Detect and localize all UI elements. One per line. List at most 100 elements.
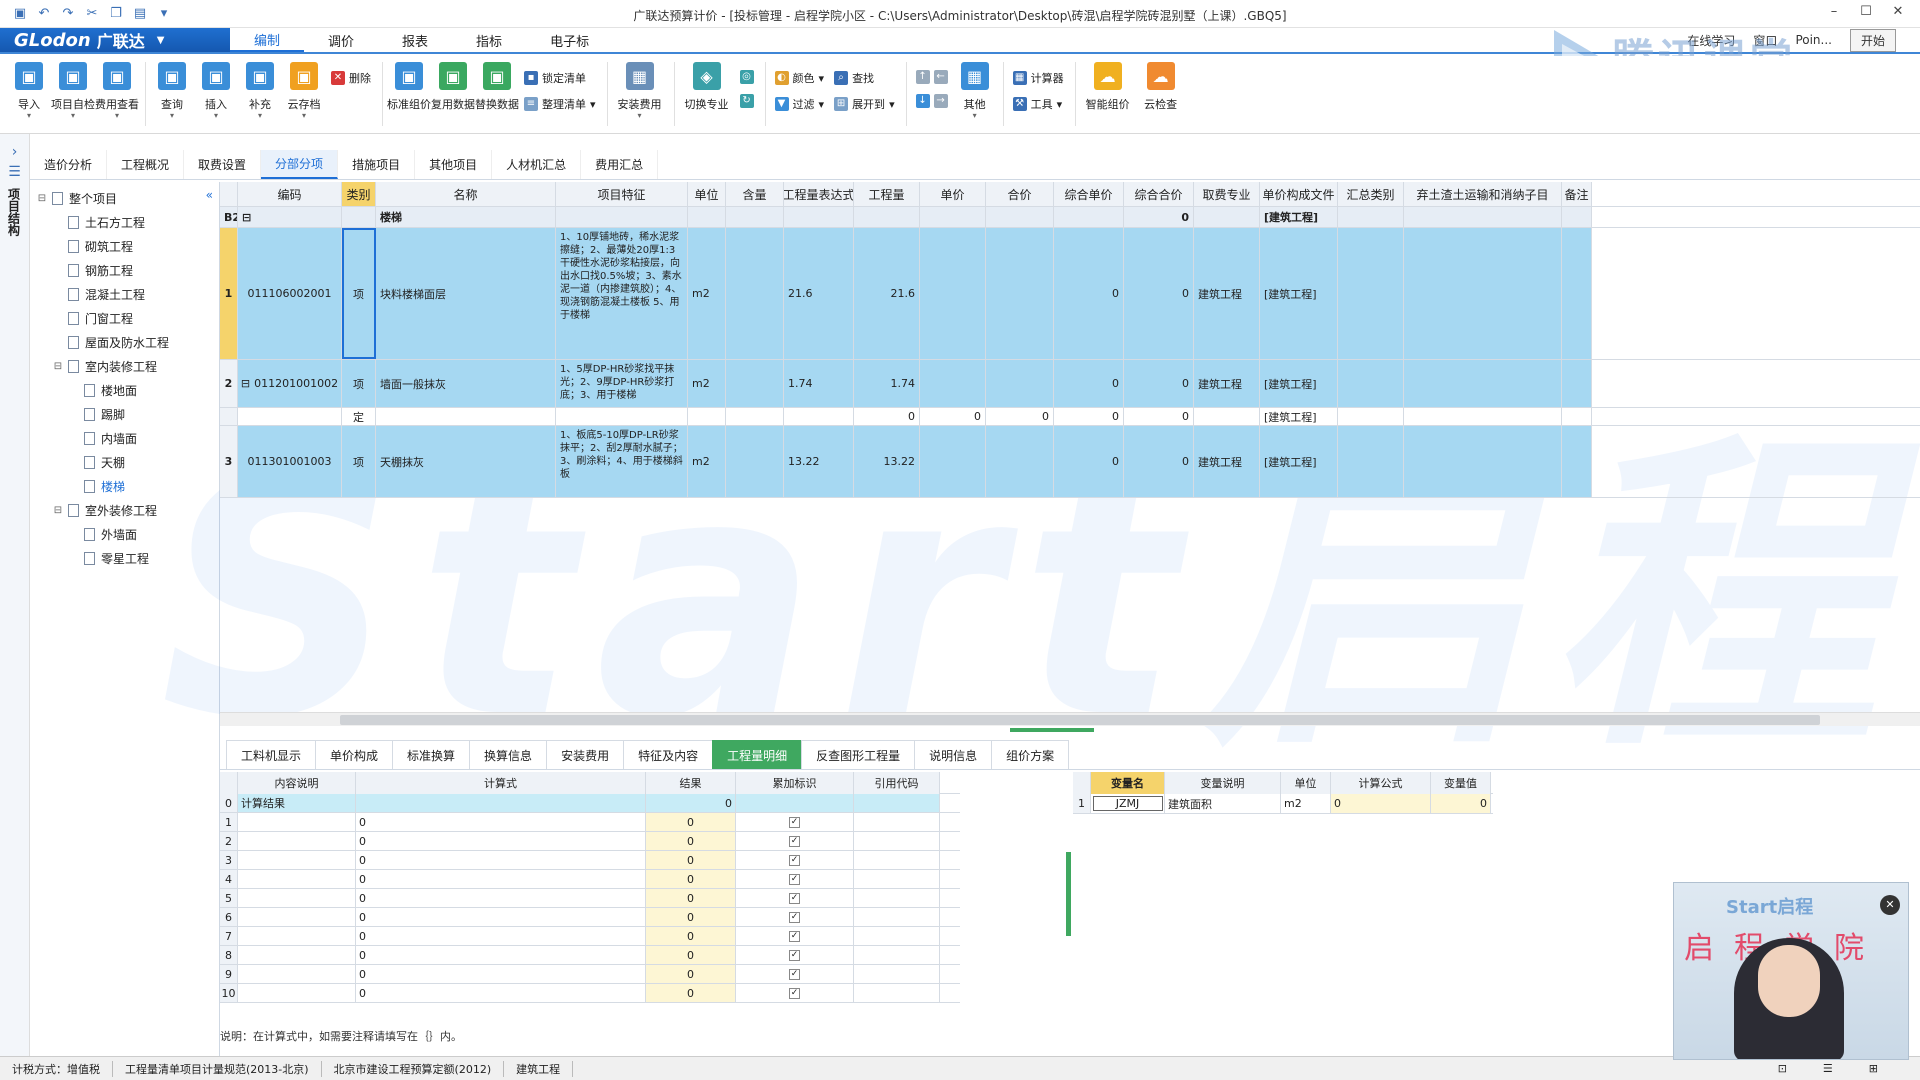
tab-5[interactable]: 其他项目 (415, 150, 493, 179)
cell[interactable]: 建筑面积 (1165, 794, 1281, 813)
lock-list-button[interactable]: ▪ 锁定清单 (524, 70, 596, 86)
cell[interactable]: ✓ (736, 908, 854, 926)
cell[interactable]: ✓ (736, 946, 854, 964)
filter-button[interactable]: ▼ 过滤 ▾ (774, 96, 824, 112)
cell[interactable]: 项 (342, 360, 376, 407)
cell[interactable] (238, 908, 356, 926)
cell[interactable]: JZMJ (1091, 794, 1165, 813)
cell[interactable]: 0 (1431, 794, 1491, 813)
move-up-icon[interactable]: ↑ ← (915, 70, 948, 84)
cell[interactable]: 建筑工程 (1194, 228, 1260, 359)
section-row[interactable]: B2 ⊟ 楼梯 0 [建筑工程] (220, 207, 1920, 228)
tab-7[interactable]: 费用汇总 (581, 150, 659, 179)
detail-tab-2[interactable]: 标准换算 (392, 740, 471, 769)
menu-3[interactable]: 指标 (452, 28, 526, 52)
accumulate-checkbox[interactable]: ✓ (789, 930, 800, 942)
col-header[interactable]: 结果 (646, 772, 736, 794)
tree-item[interactable]: 外墙面 (30, 522, 219, 546)
chevron-right-icon[interactable]: › (0, 144, 29, 160)
calc-row[interactable]: 9 0 0 ✓ (220, 965, 960, 984)
col-header[interactable]: 变量值 (1431, 772, 1491, 794)
cell[interactable]: m2 (688, 426, 726, 497)
cell[interactable] (238, 408, 342, 425)
col-header[interactable]: 变量说明 (1165, 772, 1281, 794)
cell[interactable] (736, 794, 854, 812)
tools-button[interactable]: ⚒ 工具 ▾ (1012, 96, 1064, 112)
cell[interactable] (1562, 360, 1592, 407)
cell[interactable]: 21.6 (784, 228, 854, 359)
col-header[interactable]: 变量名 (1091, 772, 1165, 794)
cell[interactable]: ✓ (736, 984, 854, 1002)
collapse-panel-icon[interactable]: « (206, 188, 213, 202)
move-down-icon[interactable]: ↓ → (915, 94, 948, 108)
col-header[interactable]: 综合单价 (1054, 182, 1124, 206)
ribbon-button-buttons2-3[interactable]: ▣ 云存档 ▾ (283, 62, 325, 120)
cell[interactable]: 定 (342, 408, 376, 425)
tree-item[interactable]: 门窗工程 (30, 306, 219, 330)
install-fee-button[interactable]: ▦ 安装费用 ▾ (613, 62, 667, 120)
ribbon-button-buttons3-0[interactable]: ▣ 标准组价 (387, 62, 431, 112)
cell[interactable]: 13.22 (854, 426, 920, 497)
cell[interactable]: 1.74 (854, 360, 920, 407)
col-header[interactable]: 合价 (986, 182, 1054, 206)
cell[interactable] (854, 908, 940, 926)
col-header[interactable]: 弃土渣土运输和消纳子目 (1404, 182, 1562, 206)
detail-tab-7[interactable]: 反查图形工程量 (801, 740, 916, 769)
cell[interactable] (920, 360, 986, 407)
accumulate-checkbox[interactable]: ✓ (789, 873, 800, 885)
tab-2[interactable]: 取费设置 (184, 150, 262, 179)
cell[interactable]: 0 (356, 813, 646, 831)
tree-item[interactable]: 内墙面 (30, 426, 219, 450)
cell[interactable]: 0 (646, 984, 736, 1002)
cell[interactable]: m2 (688, 228, 726, 359)
tree-item[interactable]: ⊟ 室内装修工程 (30, 354, 219, 378)
cell[interactable]: 0 (986, 408, 1054, 425)
calc-row[interactable]: 7 0 0 ✓ (220, 927, 960, 946)
ribbon-button-buttons3-2[interactable]: ▣ 替换数据 (475, 62, 519, 112)
cell[interactable] (1562, 228, 1592, 359)
cell[interactable]: 建筑工程 (1194, 426, 1260, 497)
cell[interactable]: ✓ (736, 832, 854, 850)
ribbon-button-buttons1-0[interactable]: ▣ 导入 ▾ (8, 62, 50, 120)
calc-row[interactable]: 10 0 0 ✓ (220, 984, 960, 1003)
accumulate-checkbox[interactable]: ✓ (789, 854, 800, 866)
accumulate-checkbox[interactable]: ✓ (789, 892, 800, 904)
point-label[interactable]: Poin... (1795, 33, 1832, 47)
accumulate-checkbox[interactable]: ✓ (789, 911, 800, 923)
window-menu[interactable]: 窗口 (1753, 32, 1777, 49)
tab-4[interactable]: 措施项目 (338, 150, 416, 179)
col-header[interactable]: 计算公式 (1331, 772, 1431, 794)
detail-tab-9[interactable]: 组价方案 (991, 740, 1070, 769)
arrange-list-button[interactable]: ≡ 整理清单 ▾ (524, 96, 596, 112)
cell[interactable] (854, 946, 940, 964)
cell[interactable]: 0 (646, 813, 736, 831)
ribbon-button-buttons2-0[interactable]: ▣ 查询 ▾ (151, 62, 193, 120)
cell[interactable] (920, 228, 986, 359)
cloud-check-button[interactable]: ☁ 云检查 (1137, 62, 1185, 112)
col-header[interactable] (1073, 772, 1091, 794)
collapse-icon[interactable]: ⊟ (241, 377, 250, 390)
undo-icon[interactable]: ↶ (36, 6, 52, 22)
cell[interactable]: 建筑工程 (1194, 360, 1260, 407)
cell[interactable]: 1、板底5-10厚DP-LR砂浆抹平；2、刮2厚耐水腻子；3、刷涂料；4、用于楼… (556, 426, 688, 497)
tree-item[interactable]: 零星工程 (30, 546, 219, 570)
cell[interactable]: 0 (356, 908, 646, 926)
save-icon[interactable]: ▣ (12, 6, 28, 22)
col-header[interactable]: 单价 (920, 182, 986, 206)
cell[interactable] (920, 426, 986, 497)
cell[interactable] (854, 794, 940, 812)
cell[interactable] (1338, 426, 1404, 497)
toggle-icon[interactable]: ⊟ (36, 193, 48, 204)
cell[interactable]: 21.6 (854, 228, 920, 359)
cell[interactable]: 0 (356, 851, 646, 869)
globe-icon[interactable]: ◎ (739, 70, 754, 84)
copy-icon[interactable]: ❐ (108, 6, 124, 22)
find-button[interactable]: ⌕ 查找 (834, 70, 895, 86)
col-header[interactable]: 工程量 (854, 182, 920, 206)
calc-row[interactable]: 1 0 0 ✓ (220, 813, 960, 832)
cell[interactable]: 1、5厚DP-HR砂浆找平抹光；2、9厚DP-HR砂浆打底；3、用于楼梯 (556, 360, 688, 407)
color-button[interactable]: ◐ 颜色 ▾ (774, 70, 824, 86)
cell[interactable]: 0 (1124, 408, 1194, 425)
tab-1[interactable]: 工程概况 (107, 150, 185, 179)
accumulate-checkbox[interactable]: ✓ (789, 987, 800, 999)
